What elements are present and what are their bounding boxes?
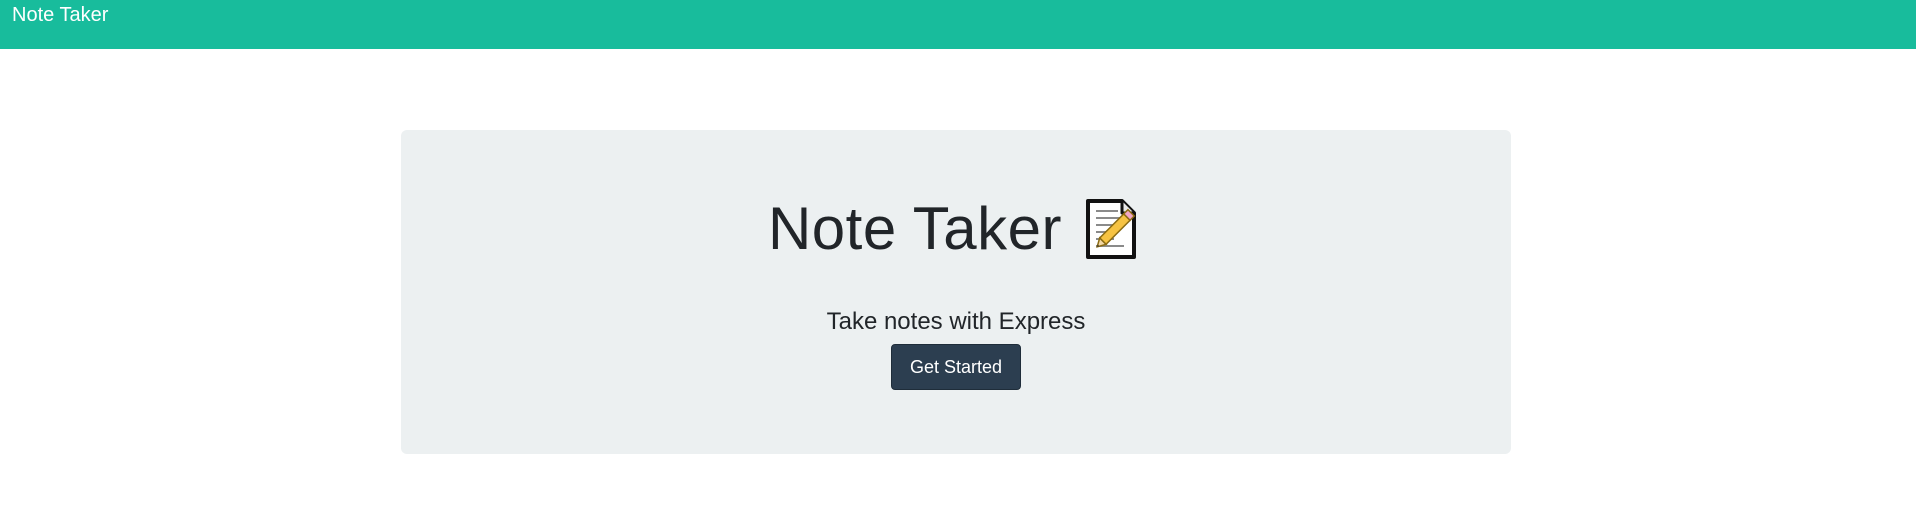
memo-icon (1086, 199, 1137, 259)
page-title: Note Taker (767, 195, 1063, 262)
page-subtitle: Take notes with Express (826, 308, 1086, 335)
hero-panel: Note Taker Take notes with Express Get S… (401, 130, 1511, 454)
hero-actions: Get Started (401, 344, 1511, 390)
top-navbar: Note Taker (0, 0, 1916, 49)
navbar-brand-link[interactable]: Note Taker (12, 3, 108, 27)
get-started-button[interactable]: Get Started (891, 344, 1021, 390)
hero-title-row: Note Taker (401, 194, 1511, 264)
